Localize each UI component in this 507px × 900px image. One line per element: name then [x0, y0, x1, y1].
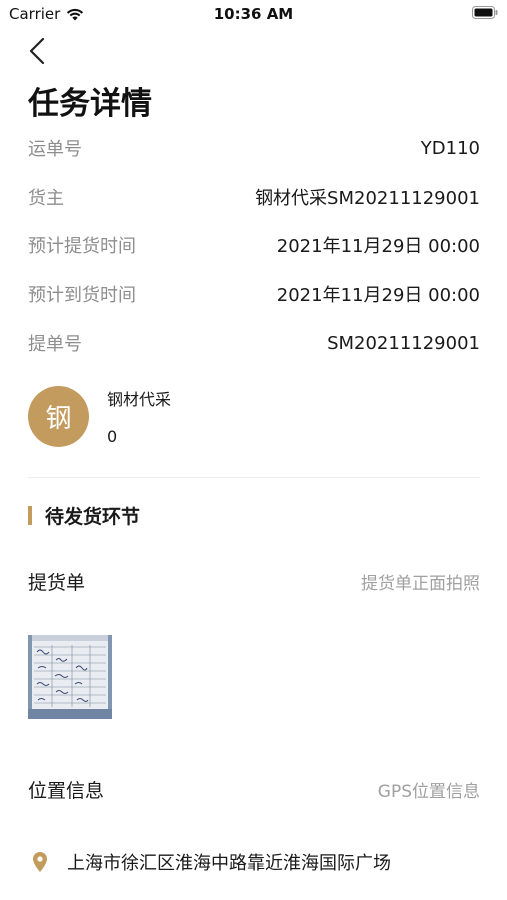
owner-value: 钢材代采SM20211129001 [255, 188, 480, 209]
status-bar: Carrier 10:36 AM [0, 0, 507, 30]
divider [28, 477, 480, 478]
location-info-label: 位置信息 [28, 779, 105, 802]
location-address: 上海市徐汇区淮海中路靠近淮海国际广场 [33, 849, 391, 875]
waybill-value: YD110 [420, 137, 480, 159]
avatar: 钢 [28, 386, 89, 447]
arrival-time-label: 预计到货时间 [28, 285, 136, 306]
pickup-document-label: 提货单 [28, 571, 86, 594]
battery-icon [472, 6, 498, 19]
bill-number-label: 提单号 [28, 334, 82, 355]
document-photo-thumbnail [28, 635, 112, 719]
info-row-arrival-time: 预计到货时间 2021年11月29日 00:00 [28, 279, 480, 309]
arrival-time-value: 2021年11月29日 00:00 [276, 285, 480, 306]
back-button[interactable] [26, 36, 50, 66]
address-text: 上海市徐汇区淮海中路靠近淮海国际广场 [67, 853, 391, 874]
pickup-time-label: 预计提货时间 [28, 236, 136, 257]
waybill-label: 运单号 [28, 139, 82, 160]
info-row-pickup-time: 预计提货时间 2021年11月29日 00:00 [28, 230, 480, 260]
pickup-document-photo[interactable] [28, 635, 112, 719]
section-title: 待发货环节 [45, 506, 141, 528]
info-row-waybill: 运单号 YD110 [28, 133, 480, 163]
info-row-owner: 货主 钢材代采SM20211129001 [28, 182, 480, 212]
bill-number-value: SM20211129001 [327, 332, 480, 354]
map-pin-icon [33, 852, 47, 872]
section-accent-bar [28, 506, 32, 525]
status-time: 10:36 AM [213, 5, 294, 23]
gps-location-hint[interactable]: GPS位置信息 [378, 777, 480, 802]
pickup-photo-hint[interactable]: 提货单正面拍照 [361, 569, 480, 594]
pickup-time-value: 2021年11月29日 00:00 [276, 236, 480, 257]
owner-label: 货主 [28, 188, 64, 209]
owner-count: 0 [107, 427, 118, 446]
info-row-bill-number: 提单号 SM20211129001 [28, 328, 480, 358]
pickup-document-row[interactable]: 提货单 提货单正面拍照 [28, 566, 480, 596]
owner-name: 钢材代采 [107, 390, 172, 409]
page-title: 任务详情 [28, 86, 152, 122]
location-info-row[interactable]: 位置信息 GPS位置信息 [28, 774, 480, 804]
